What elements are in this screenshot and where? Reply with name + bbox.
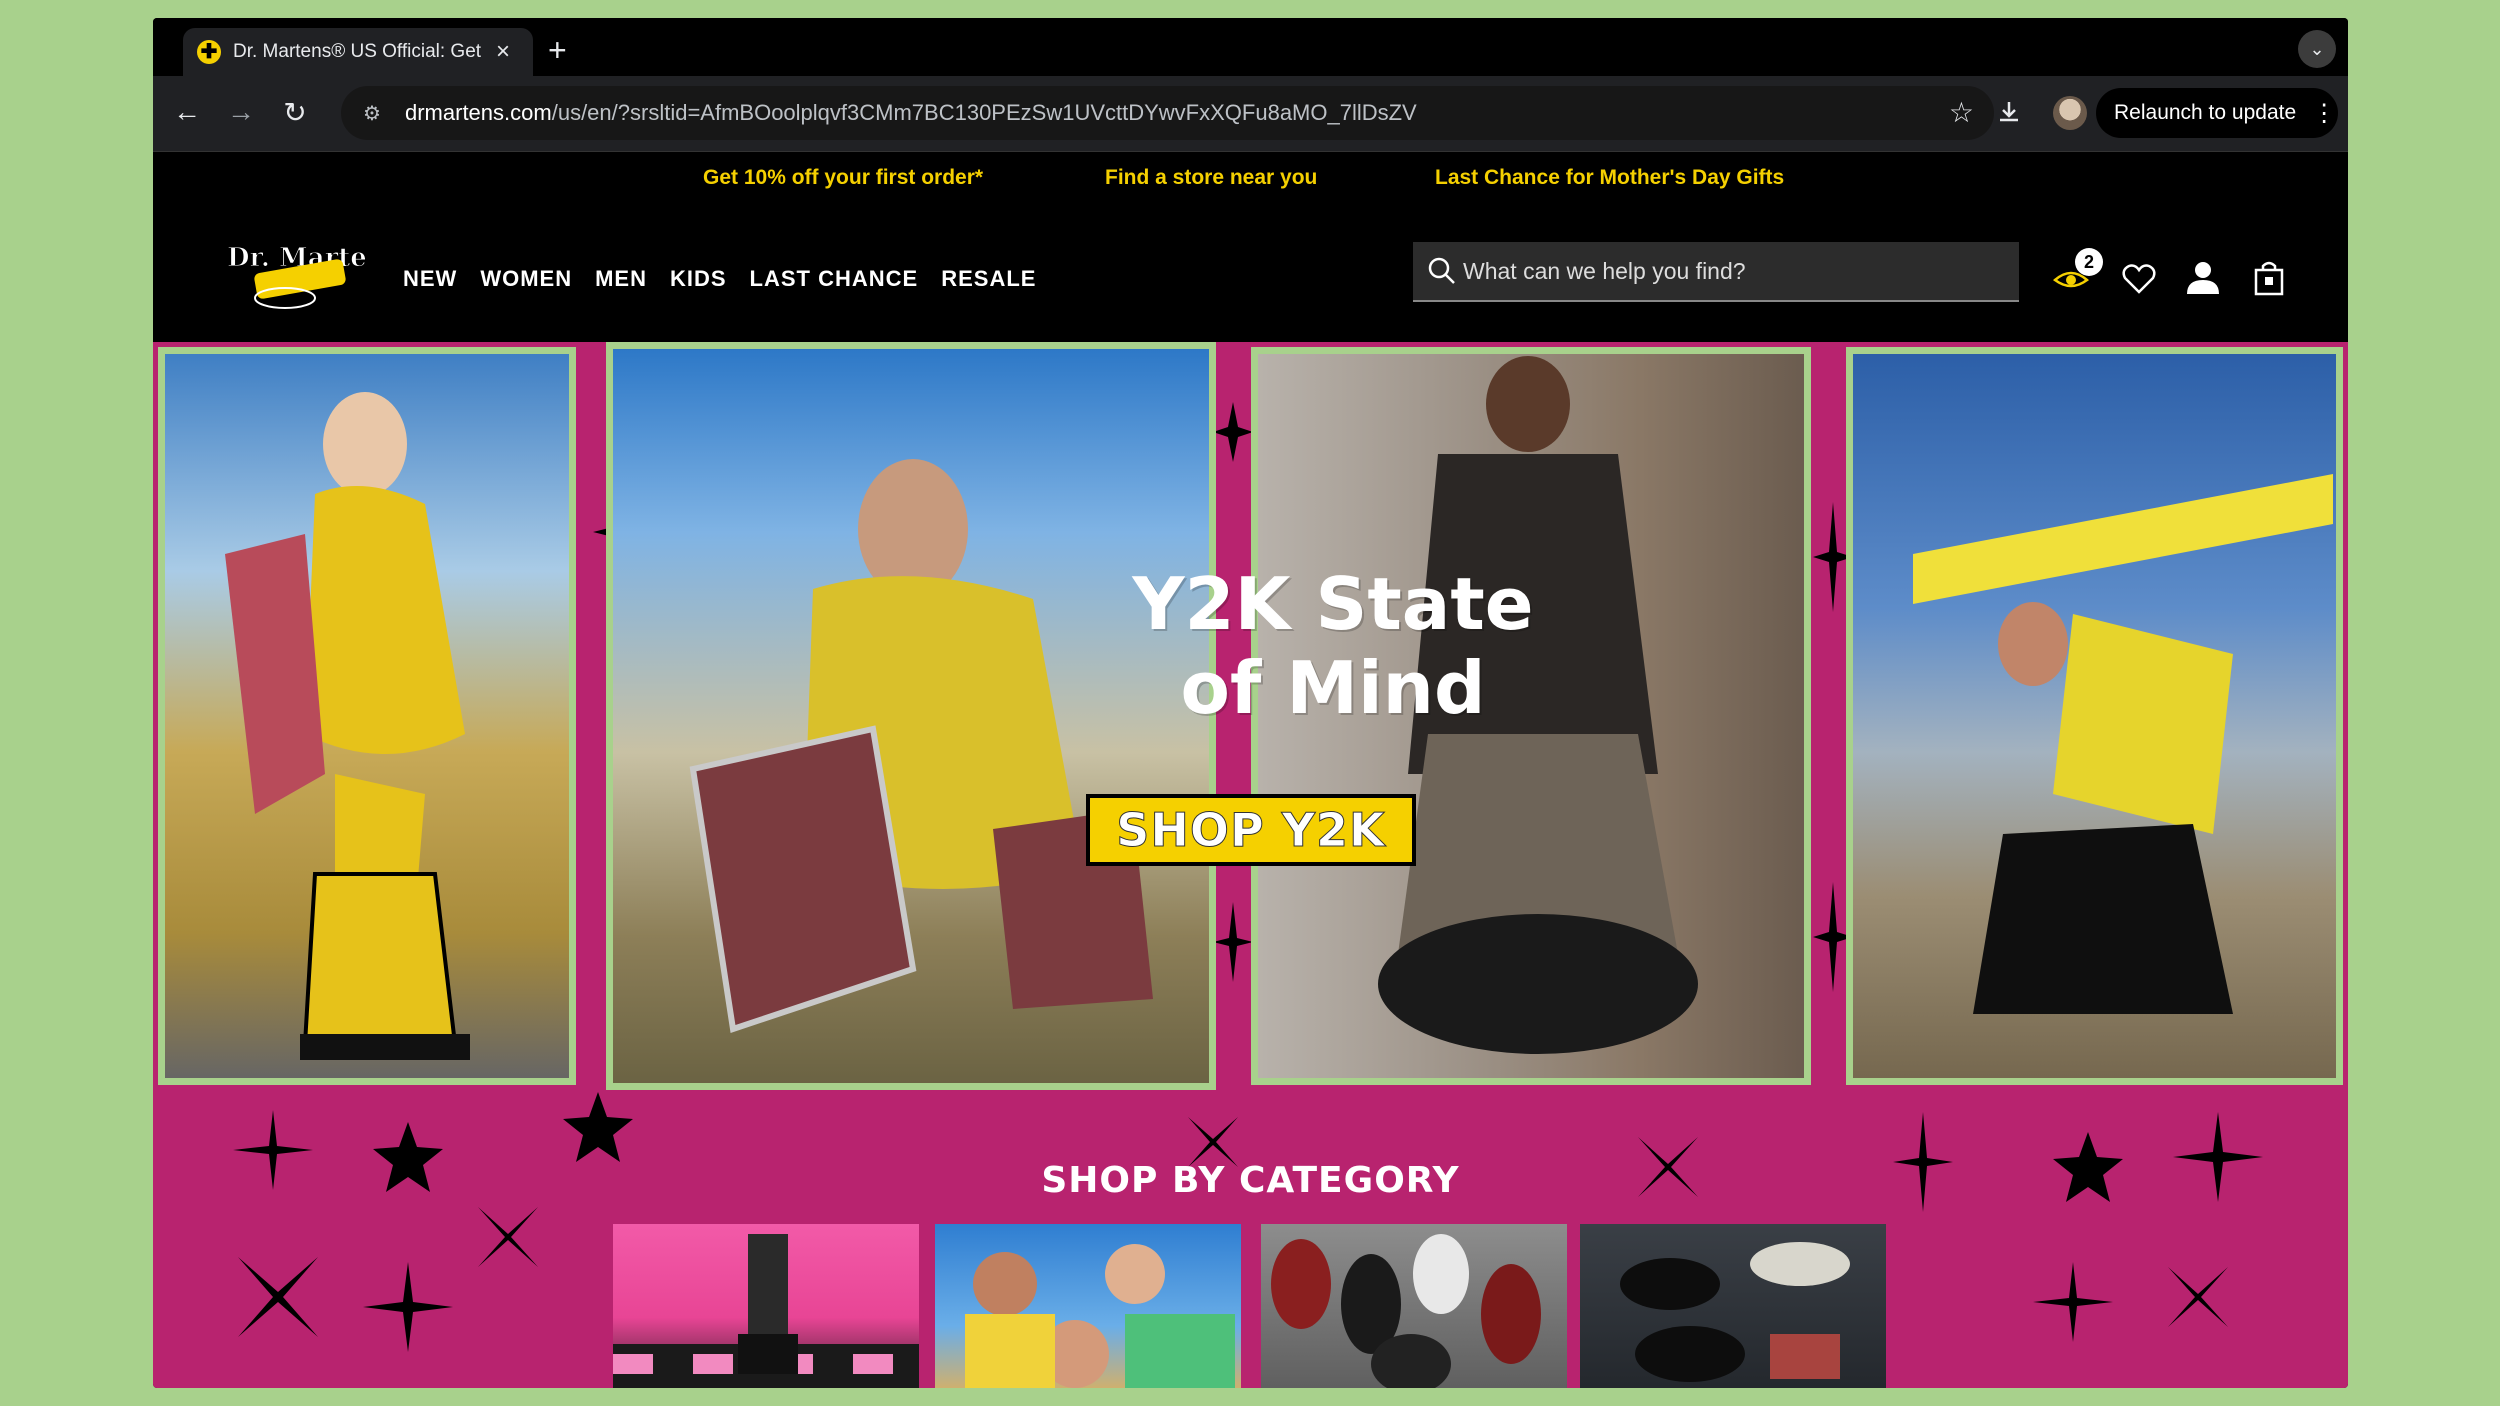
category-tile-1[interactable]	[613, 1224, 919, 1388]
more-menu-icon[interactable]: ⋮	[2312, 99, 2336, 128]
nav-men[interactable]: MEN	[595, 266, 647, 292]
hero-title: Y2K State of Mind	[1033, 562, 1633, 730]
star-decoration-icon	[238, 1257, 318, 1337]
promo-store-link[interactable]: Find a store near you	[1105, 166, 1317, 190]
promo-first-order-link[interactable]: Get 10% off your first order*	[703, 166, 983, 190]
relaunch-label: Relaunch to update	[2114, 101, 2297, 124]
download-icon[interactable]	[1989, 92, 2029, 132]
nav-women[interactable]: WOMEN	[480, 266, 572, 292]
shop-by-category-section: SHOP BY CATEGORY	[153, 1092, 2348, 1388]
site-info-icon[interactable]: ⚙	[363, 101, 391, 126]
shopping-bag-icon[interactable]	[2251, 260, 2287, 296]
star-decoration-icon	[1213, 402, 1253, 462]
star-decoration-icon	[2033, 1262, 2113, 1342]
category-title: SHOP BY CATEGORY	[1041, 1160, 1460, 1201]
nav-last-chance[interactable]: LAST CHANCE	[750, 266, 919, 292]
site-header: Dr. Martens NEW WOMEN MEN KIDS LAST CHAN…	[153, 204, 2348, 342]
browser-window: ✚ Dr. Martens® US Official: Get × + ⌄ ← …	[153, 18, 2348, 1388]
hero-photo-4	[1846, 347, 2343, 1085]
new-tab-icon[interactable]: +	[548, 32, 567, 69]
main-nav: NEW WOMEN MEN KIDS LAST CHANCE RESALE	[403, 266, 1036, 292]
shop-y2k-button[interactable]: SHOP Y2K	[1086, 794, 1416, 866]
promo-mothers-day-link[interactable]: Last Chance for Mother's Day Gifts	[1435, 166, 1784, 190]
reload-icon[interactable]: ↻	[275, 92, 315, 132]
url-host: drmartens.com	[405, 100, 552, 125]
search-box	[1413, 242, 2019, 302]
nav-new[interactable]: NEW	[403, 266, 457, 292]
wishlist-heart-icon[interactable]	[2121, 260, 2157, 296]
hero-photo-4-figure	[1913, 474, 2333, 1014]
address-bar[interactable]: ⚙ drmartens.com/us/en/?srsltid=AfmBOoolp…	[341, 86, 1994, 140]
back-icon[interactable]: ←	[167, 92, 207, 132]
nav-resale[interactable]: RESALE	[941, 266, 1036, 292]
hero-photo-1-figure	[225, 392, 470, 1060]
favicon-icon: ✚	[197, 40, 221, 64]
rewards-badge: 2	[2075, 248, 2103, 276]
url-text: drmartens.com/us/en/?srsltid=AfmBOoolplq…	[405, 100, 1417, 126]
nav-kids[interactable]: KIDS	[670, 266, 727, 292]
star-decoration-icon	[2168, 1267, 2228, 1327]
star-decoration-icon	[363, 1262, 453, 1352]
search-icon	[1428, 257, 1455, 284]
relaunch-button[interactable]: Relaunch to update ⋮	[2096, 88, 2338, 138]
star-decoration-icon	[563, 1092, 633, 1162]
category-tile-4-image	[1620, 1242, 1850, 1382]
browser-toolbar: ← → ↻ ⚙ drmartens.com/us/en/?srsltid=Afm…	[153, 76, 2348, 151]
category-tile-2-image	[965, 1244, 1235, 1388]
category-tile-3[interactable]	[1261, 1224, 1567, 1388]
bookmark-star-icon[interactable]: ☆	[1949, 96, 1974, 129]
dr-martens-logo[interactable]: Dr. Martens	[225, 236, 365, 316]
tab-strip: ✚ Dr. Martens® US Official: Get × + ⌄	[153, 18, 2348, 76]
tab-title: Dr. Martens® US Official: Get	[233, 41, 482, 62]
star-decoration-icon	[1213, 902, 1253, 982]
tab-search-icon[interactable]: ⌄	[2298, 30, 2336, 68]
forward-icon[interactable]: →	[221, 92, 261, 132]
search-input[interactable]	[1463, 257, 1983, 285]
url-path: /us/en/?srsltid=AfmBOoolplqvf3CMm7BC130P…	[551, 100, 1417, 125]
category-tile-4[interactable]	[1580, 1224, 1886, 1388]
hero-photo-1	[158, 347, 576, 1085]
category-tile-3-image	[1271, 1234, 1541, 1388]
hero-banner[interactable]: Y2K State of Mind SHOP Y2K	[153, 342, 2348, 1092]
category-tile-1-image	[613, 1234, 919, 1388]
hero-title-line-2: of Mind	[1180, 646, 1486, 730]
browser-tab[interactable]: ✚ Dr. Martens® US Official: Get ×	[183, 28, 533, 76]
profile-avatar[interactable]	[2053, 96, 2087, 130]
star-decoration-icon	[478, 1207, 538, 1267]
hero-title-line-1: Y2K State	[1132, 562, 1534, 646]
close-tab-icon[interactable]: ×	[496, 38, 510, 66]
account-icon[interactable]	[2185, 260, 2221, 296]
category-tile-2[interactable]	[935, 1224, 1241, 1388]
promo-bar: Get 10% off your first order* Find a sto…	[153, 151, 2348, 204]
